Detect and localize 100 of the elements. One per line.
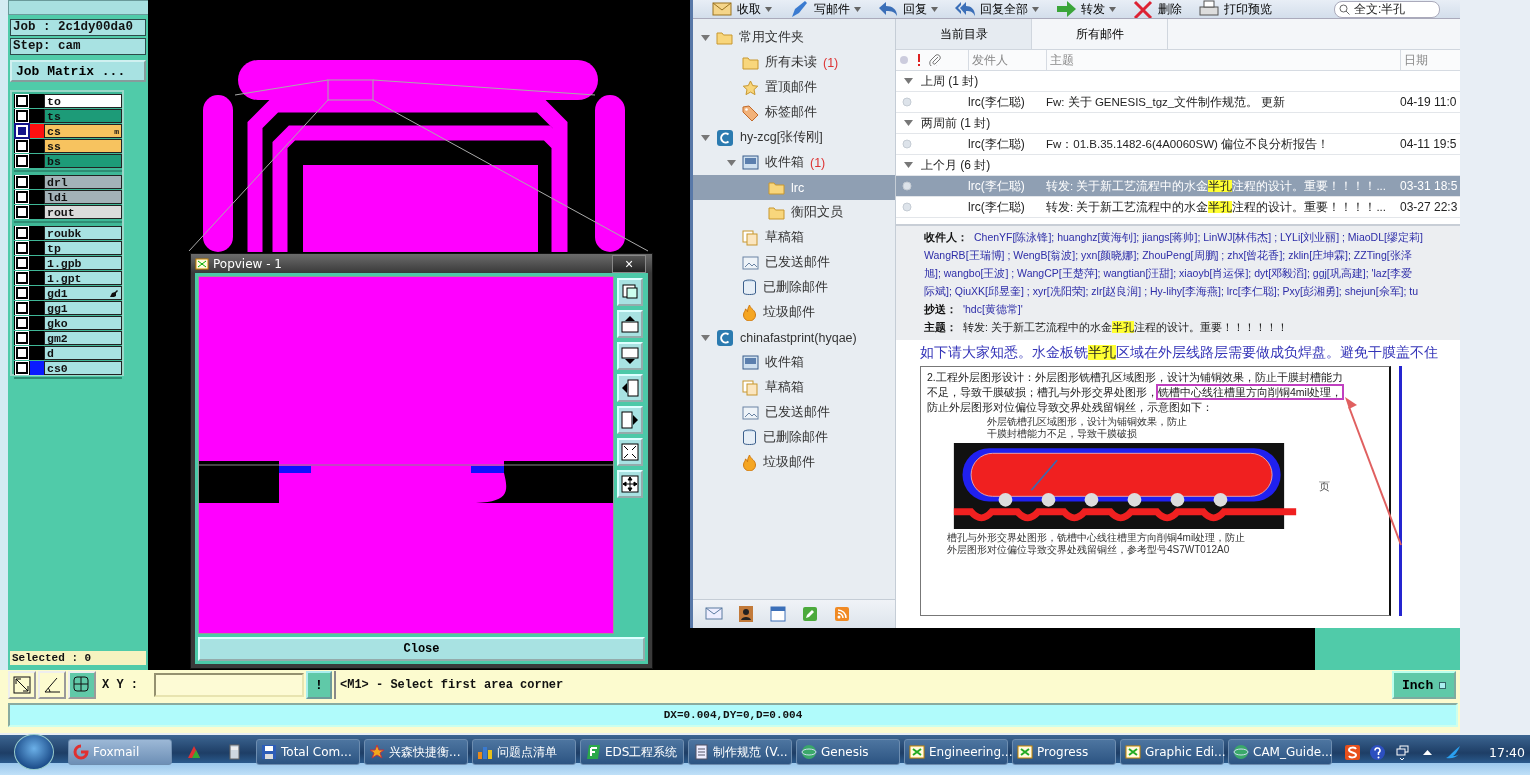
layer-checkbox[interactable] — [16, 257, 28, 269]
folder-item[interactable]: 垃圾邮件 — [693, 450, 895, 475]
layer-checkbox[interactable] — [16, 227, 28, 239]
layer-bar[interactable]: 1.gpb — [44, 256, 122, 270]
folder-item[interactable]: 标签邮件 — [693, 100, 895, 125]
taskbar-button[interactable]: 兴森快捷衡... — [364, 739, 468, 765]
layer-bar[interactable]: ts — [44, 109, 122, 123]
column-header[interactable]: 日期 — [1400, 50, 1460, 70]
layer-checkbox[interactable] — [16, 302, 28, 314]
layer-bar[interactable]: gm2 — [44, 331, 122, 345]
layer-bar[interactable]: drl — [44, 175, 122, 189]
layer-bar[interactable]: 1.gpt — [44, 271, 122, 285]
layer-checkbox[interactable] — [16, 176, 28, 188]
folder-item[interactable]: 常用文件夹 — [693, 25, 895, 50]
toolbar-button[interactable]: 删除 — [1128, 0, 1186, 18]
layer-checkbox[interactable] — [16, 110, 28, 122]
view-tool-button[interactable] — [617, 374, 643, 402]
folder-item[interactable]: 收件箱 — [693, 350, 895, 375]
folder-item[interactable]: 草稿箱 — [693, 375, 895, 400]
layer-checkbox[interactable] — [16, 242, 28, 254]
view-tool-button[interactable] — [617, 406, 643, 434]
s-logo-icon[interactable] — [1344, 743, 1361, 761]
layer-bar[interactable]: cs m — [44, 124, 122, 138]
layer-checkbox[interactable] — [16, 332, 28, 344]
start-button[interactable] — [14, 734, 54, 770]
toolbar-button[interactable]: 回复 — [873, 0, 942, 18]
pages-icon — [742, 379, 759, 396]
close-button[interactable]: × — [612, 254, 646, 273]
folder-item[interactable]: hy-zcg[张传刚] — [693, 125, 895, 150]
tool-button[interactable] — [38, 671, 66, 699]
taskbar-button[interactable]: 问题点清单 — [472, 739, 576, 765]
bird-icon[interactable] — [1444, 743, 1461, 761]
column-header[interactable]: 发件人 — [968, 50, 1046, 70]
group-header[interactable]: 上周 (1 封) — [896, 71, 1460, 92]
layer-bar[interactable]: gd1 — [44, 286, 122, 300]
taskbar-button[interactable]: EDS工程系统 — [580, 739, 684, 765]
tool-button[interactable] — [68, 671, 96, 699]
toolbar-button[interactable]: 写邮件 — [784, 0, 865, 18]
toolbar-button[interactable]: 回复全部 — [950, 0, 1043, 18]
folder-item[interactable]: 所有未读 (1) — [693, 50, 895, 75]
toolbar-button[interactable]: 转发 — [1051, 0, 1120, 18]
layer-checkbox[interactable] — [16, 287, 28, 299]
taskbar-button[interactable]: 制作规范 (V... — [688, 739, 792, 765]
tool-button[interactable] — [8, 671, 36, 699]
view-tool-button[interactable] — [617, 438, 643, 466]
layer-checkbox[interactable] — [16, 347, 28, 359]
mail-icon — [705, 605, 723, 623]
view-tool-button[interactable] — [617, 470, 643, 498]
layer-bar[interactable]: rout — [44, 205, 122, 219]
layer-checkbox[interactable] — [16, 191, 28, 203]
view-tool-button[interactable] — [617, 342, 643, 370]
layer-bar[interactable]: tp — [44, 241, 122, 255]
group-header[interactable]: 两周前 (1 封) — [896, 113, 1460, 134]
folder-item[interactable]: 已删除邮件 — [693, 275, 895, 300]
view-tool-button[interactable] — [617, 310, 643, 338]
layer-checkbox[interactable] — [16, 317, 28, 329]
folder-item[interactable]: 衡阳文员 — [693, 200, 895, 225]
folder-item[interactable]: 收件箱 (1) — [693, 150, 895, 175]
taskbar-button[interactable]: Graphic Edi... — [1120, 739, 1224, 765]
taskbar-button[interactable]: Genesis — [796, 739, 900, 765]
layer-bar[interactable]: to — [44, 94, 122, 108]
folder-item[interactable]: chinafastprint(hyqae) — [693, 325, 895, 350]
layer-bar[interactable]: gg1 — [44, 301, 122, 315]
close-button[interactable]: Close — [198, 637, 645, 661]
message-row[interactable]: lrc(李仁聪) Fw：01.B.35.1482-6(4A0060SW) 偏位不良分析报告！ 04-11 19:5 — [896, 134, 1460, 155]
layer-bar[interactable]: cs0 — [44, 361, 122, 375]
layer-bar[interactable]: ss — [44, 139, 122, 153]
taskbar-button[interactable]: CAM_Guide... — [1228, 739, 1332, 765]
toolbar-button[interactable]: 打印预览 — [1194, 0, 1276, 18]
folder-item[interactable]: 已发送邮件 — [693, 250, 895, 275]
bottom-tool-button[interactable] — [737, 605, 755, 623]
layer-bar[interactable]: roubk — [44, 226, 122, 240]
layer-bar[interactable]: gko — [44, 316, 122, 330]
layer-checkbox[interactable] — [16, 140, 28, 152]
taskbar-button[interactable]: Total Com... — [256, 739, 360, 765]
help-icon[interactable] — [1369, 743, 1386, 761]
folder-item[interactable]: 已发送邮件 — [693, 400, 895, 425]
xy-input[interactable] — [154, 673, 304, 697]
alert-button[interactable]: ! — [306, 671, 332, 699]
restore-window-icon[interactable] — [1394, 743, 1411, 761]
folder-item[interactable]: 垃圾邮件 — [693, 300, 895, 325]
taskbar-button[interactable]: Progress — [1012, 739, 1116, 765]
list-tab[interactable]: 当前目录 — [896, 19, 1032, 49]
layer-checkbox[interactable] — [16, 155, 28, 167]
toolbar-button[interactable]: 收取 — [707, 0, 776, 18]
units-button[interactable]: Inch — [1392, 671, 1456, 699]
layer-bar[interactable]: d — [44, 346, 122, 360]
layer-checkbox[interactable] — [16, 95, 28, 107]
folder-item[interactable]: 置顶邮件 — [693, 75, 895, 100]
layer-bar[interactable]: ldi — [44, 190, 122, 204]
search-field[interactable]: 全文:半孔 — [1334, 0, 1440, 18]
folder-item[interactable]: 草稿箱 — [693, 225, 895, 250]
column-header[interactable]: 主题 — [1046, 50, 1400, 70]
message-row[interactable]: lrc(李仁聪) Fw: 关于 GENESIS_tgz_文件制作规范。 更新 04-19 11:0 — [896, 92, 1460, 113]
layer-checkbox[interactable] — [16, 272, 28, 284]
layer-bar[interactable]: bs — [44, 154, 122, 168]
folder-item[interactable]: 已删除邮件 — [693, 425, 895, 450]
job-matrix-button[interactable]: Job Matrix ... — [10, 60, 146, 82]
layer-checkbox[interactable] — [16, 206, 28, 218]
layer-checkbox[interactable] — [16, 362, 28, 374]
